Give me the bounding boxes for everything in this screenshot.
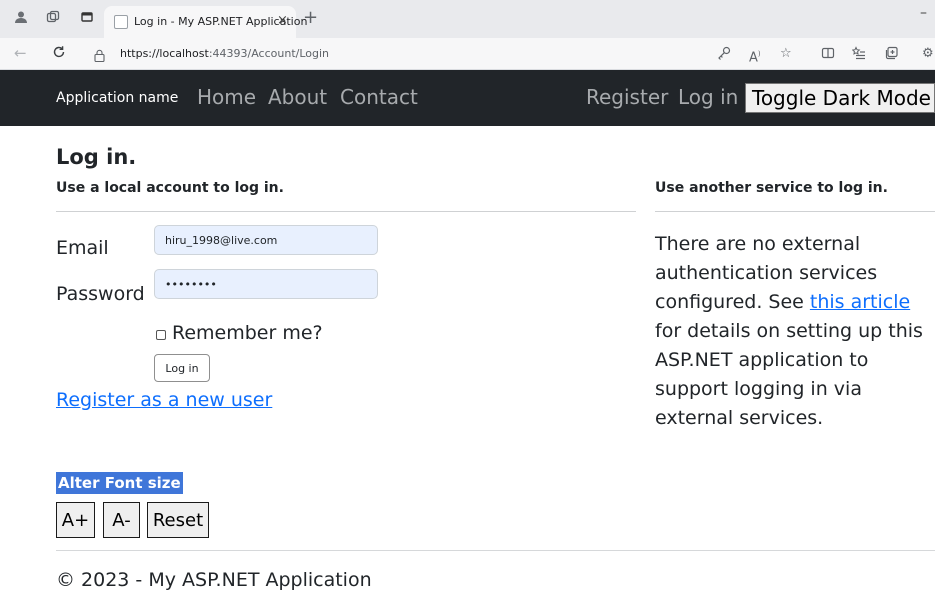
new-tab-button[interactable]: + <box>303 9 318 27</box>
external-divider <box>655 211 935 212</box>
toggle-dark-mode-button[interactable]: Toggle Dark Mode <box>745 83 935 113</box>
url-text[interactable]: https://localhost:44393/Account/Login <box>120 47 329 61</box>
font-increase-button[interactable]: A+ <box>56 502 95 538</box>
password-label: Password <box>56 283 145 305</box>
url-field[interactable]: https://localhost:44393/Account/Login <box>84 42 704 66</box>
reload-icon[interactable] <box>52 45 66 62</box>
email-label: Email <box>56 237 109 259</box>
footer-divider <box>56 550 935 551</box>
nav-contact[interactable]: Contact <box>340 84 418 110</box>
read-aloud-icon[interactable]: A) <box>749 46 761 66</box>
browser-address-bar: ← https://localhost:44393/Account/Login … <box>0 38 935 70</box>
email-field[interactable] <box>154 225 378 255</box>
font-reset-button[interactable]: Reset <box>147 502 209 538</box>
this-article-link[interactable]: this article <box>810 291 910 313</box>
page-title: Log in. <box>56 145 137 169</box>
remember-me-checkbox[interactable] <box>156 330 166 340</box>
navbar-brand[interactable]: Application name <box>56 89 178 107</box>
nav-about[interactable]: About <box>268 84 327 110</box>
page-favicon-icon <box>114 15 128 29</box>
remember-me-label[interactable]: Remember me? <box>172 322 323 344</box>
local-divider <box>56 211 636 212</box>
external-text-after: for details on setting up this ASP.NET a… <box>655 320 923 429</box>
external-login-heading: Use another service to log in. <box>655 180 888 196</box>
favorite-star-icon[interactable]: ☆ <box>780 46 792 62</box>
tab-close-icon[interactable]: × <box>277 13 288 29</box>
font-decrease-button[interactable]: A- <box>103 502 140 538</box>
active-tab[interactable]: Log in - My ASP.NET Application × <box>104 6 307 38</box>
login-submit-button[interactable]: Log in <box>154 354 210 382</box>
nav-home[interactable]: Home <box>197 84 256 110</box>
workspaces-icon[interactable] <box>44 10 62 28</box>
url-path: :44393/Account/Login <box>208 47 330 60</box>
site-navbar: Application name Home About Contact Regi… <box>0 70 935 126</box>
window-minimize-icon[interactable]: – <box>920 5 927 21</box>
nav-register[interactable]: Register <box>586 84 668 110</box>
alter-font-size-title: Alter Font size <box>56 472 183 494</box>
local-login-heading: Use a local account to log in. <box>56 180 284 196</box>
extensions-icon[interactable]: ⚙ <box>922 46 934 62</box>
browser-tab-strip: Log in - My ASP.NET Application × + – <box>0 0 935 38</box>
register-new-user-link[interactable]: Register as a new user <box>56 388 272 412</box>
nav-login[interactable]: Log in <box>678 84 738 110</box>
back-arrow-icon[interactable]: ← <box>14 45 27 61</box>
external-login-message: There are no external authentication ser… <box>655 230 935 433</box>
password-field[interactable] <box>154 269 378 299</box>
key-icon[interactable] <box>717 46 731 65</box>
collections-icon[interactable] <box>885 46 899 65</box>
favorites-list-icon[interactable] <box>851 46 866 65</box>
split-screen-icon[interactable] <box>821 46 835 65</box>
footer-copyright: © 2023 - My ASP.NET Application <box>56 569 372 591</box>
lock-icon[interactable] <box>94 47 105 63</box>
url-host: https://localhost <box>120 47 209 60</box>
profile-icon[interactable] <box>12 10 30 28</box>
tab-actions-icon[interactable] <box>78 10 96 28</box>
